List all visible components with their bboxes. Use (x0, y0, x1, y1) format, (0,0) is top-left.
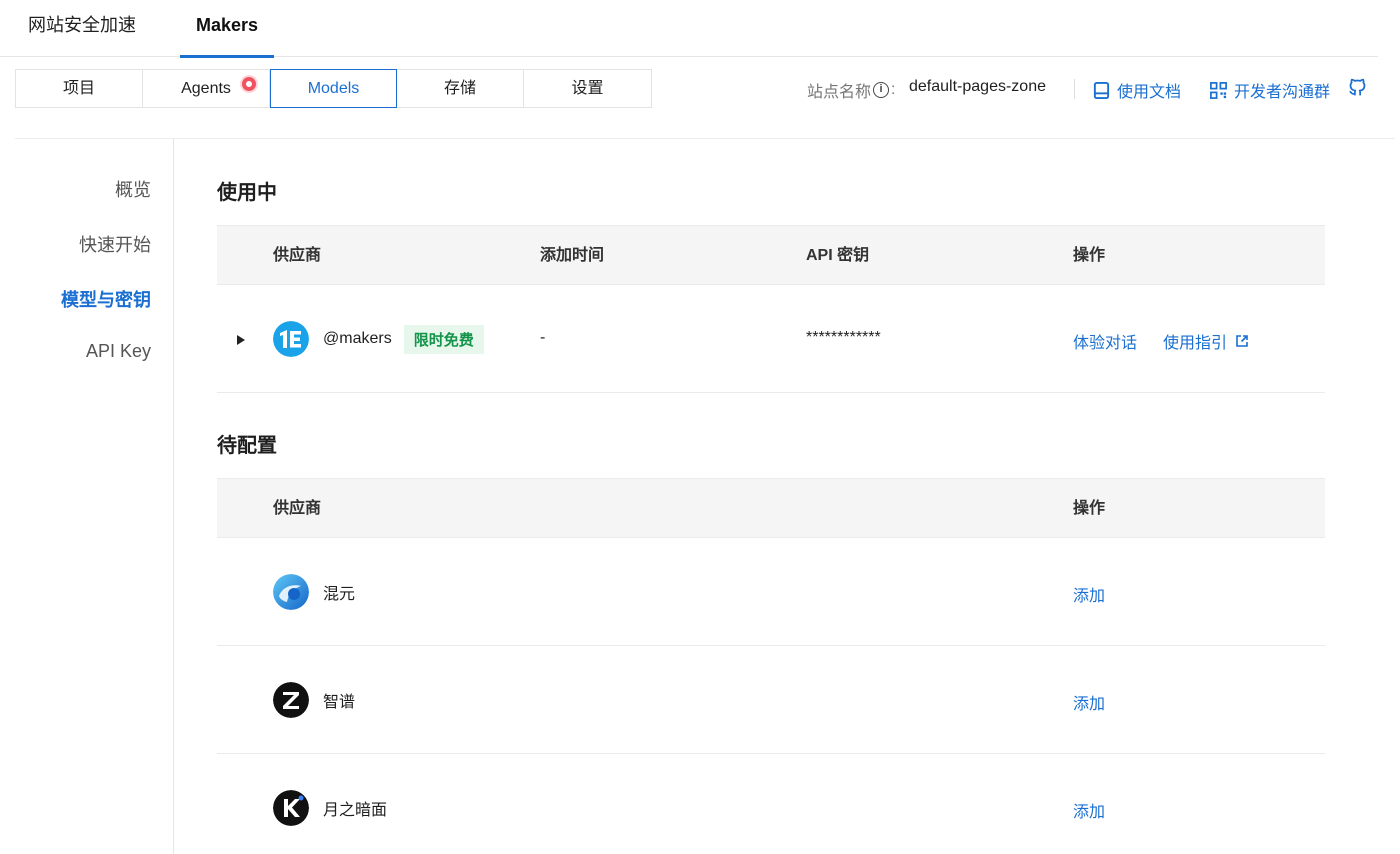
free-tag-badge: 限时免费 (403, 324, 484, 354)
nav-projects-label: 项目 (62, 80, 95, 97)
col-provider: 供应商 (273, 500, 322, 517)
sidebar-item-overview[interactable]: 概览 (115, 176, 151, 202)
hunyuan-logo-icon (273, 574, 309, 610)
dev-group-link[interactable]: 开发者沟通群 (1209, 78, 1330, 102)
sidebar-item-api-key[interactable]: API Key (86, 341, 151, 362)
site-name-label-text: 站点名称 (807, 84, 872, 101)
col-actions: 操作 (1073, 247, 1106, 264)
provider-cell: 混元 (273, 574, 355, 610)
in-use-title: 使用中 (217, 182, 277, 204)
docs-link[interactable]: 使用文档 (1092, 78, 1181, 102)
nav-projects[interactable]: 项目 (16, 70, 143, 107)
add-provider-button[interactable]: 添加 (1073, 582, 1105, 606)
header-divider-line (15, 138, 1395, 139)
dev-group-link-label: 开发者沟通群 (1234, 84, 1331, 101)
add-provider-button[interactable]: 添加 (1073, 690, 1105, 714)
usage-guide-label: 使用指引 (1163, 335, 1228, 352)
nav-storage[interactable]: 存储 (397, 70, 524, 107)
qrcode-icon (1210, 81, 1227, 99)
pending-table-header: 供应商 操作 (217, 478, 1325, 538)
external-link-icon (1236, 335, 1248, 347)
provider-cell: @makers 限时免费 (273, 321, 484, 357)
table-row: 智谱 添加 (217, 646, 1325, 754)
zhipu-logo-icon (273, 682, 309, 718)
makers-logo-icon (273, 321, 309, 357)
sidebar-item-models-keys[interactable]: 模型与密钥 (61, 286, 151, 312)
add-provider-button[interactable]: 添加 (1073, 798, 1105, 822)
info-icon[interactable]: i (873, 82, 890, 98)
tab-makers[interactable]: Makers (180, 0, 274, 58)
nav-agents[interactable]: Agents (143, 70, 270, 107)
nav-agents-label: Agents (181, 80, 231, 97)
try-chat-link[interactable]: 体验对话 (1073, 329, 1137, 353)
provider-name: 智谱 (323, 694, 356, 711)
table-row: 月之暗面 添加 (217, 754, 1325, 854)
book-icon (1093, 81, 1110, 99)
header-divider (1074, 79, 1075, 99)
expand-arrow-icon[interactable] (237, 335, 245, 345)
github-icon[interactable] (1347, 77, 1368, 103)
nav-settings-label: 设置 (571, 80, 604, 97)
col-api-key: API 密钥 (806, 247, 870, 264)
provider-cell: 智谱 (273, 682, 355, 718)
moonshot-logo-icon (273, 790, 309, 826)
api-key-value: ************ (806, 329, 881, 346)
table-row: 混元 添加 (217, 538, 1325, 646)
table-row: @makers 限时免费 - ************ 体验对话 使用指引 (217, 285, 1325, 393)
site-name-value: default-pages-zone (909, 78, 1046, 95)
provider-name: 月之暗面 (323, 802, 388, 819)
section-nav: 项目 Agents Models 存储 设置 (15, 69, 652, 108)
top-tab-bar: 网站安全加速 Makers (0, 0, 1378, 58)
provider-name: @makers (323, 330, 392, 347)
in-use-table-header: 供应商 添加时间 API 密钥 操作 (217, 225, 1325, 285)
nav-models[interactable]: Models (270, 69, 397, 108)
site-label-colon: : (891, 81, 896, 98)
notification-dot (242, 77, 256, 91)
col-actions: 操作 (1073, 500, 1106, 517)
nav-storage-label: 存储 (443, 80, 476, 97)
pending-title: 待配置 (217, 435, 277, 457)
nav-settings[interactable]: 设置 (524, 70, 651, 107)
provider-cell: 月之暗面 (273, 790, 387, 826)
added-time-value: - (540, 329, 546, 346)
docs-link-label: 使用文档 (1117, 84, 1182, 101)
tab-website-security[interactable]: 网站安全加速 (28, 0, 136, 57)
usage-guide-link[interactable]: 使用指引 (1163, 329, 1249, 353)
col-provider: 供应商 (273, 247, 322, 264)
site-name-label: 站点名称 i : (807, 78, 895, 102)
nav-models-label: Models (307, 80, 360, 97)
sidebar: 概览 快速开始 模型与密钥 API Key (0, 139, 174, 854)
col-added-time: 添加时间 (540, 247, 605, 264)
sidebar-item-quick-start[interactable]: 快速开始 (79, 231, 151, 257)
provider-name: 混元 (323, 586, 356, 603)
